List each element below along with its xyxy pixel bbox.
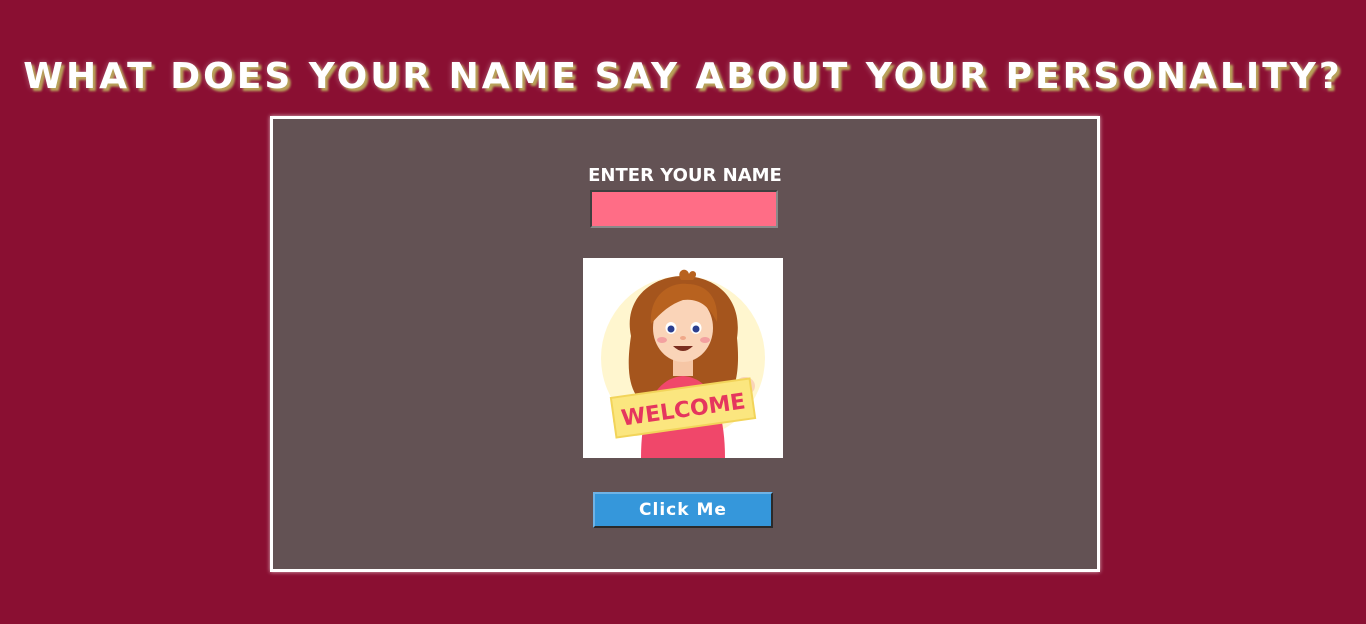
click-me-button[interactable]: Click Me [593, 492, 773, 528]
page-title: What does your name say about your perso… [23, 56, 1343, 97]
welcome-image: WELCOME [583, 258, 783, 458]
name-input[interactable] [590, 190, 778, 228]
main-panel: ENTER YOUR NAME WELCOME Click Me [270, 116, 1100, 572]
girl-holding-welcome-sign-illustration: WELCOME [601, 269, 765, 458]
name-label: ENTER YOUR NAME [588, 165, 782, 186]
